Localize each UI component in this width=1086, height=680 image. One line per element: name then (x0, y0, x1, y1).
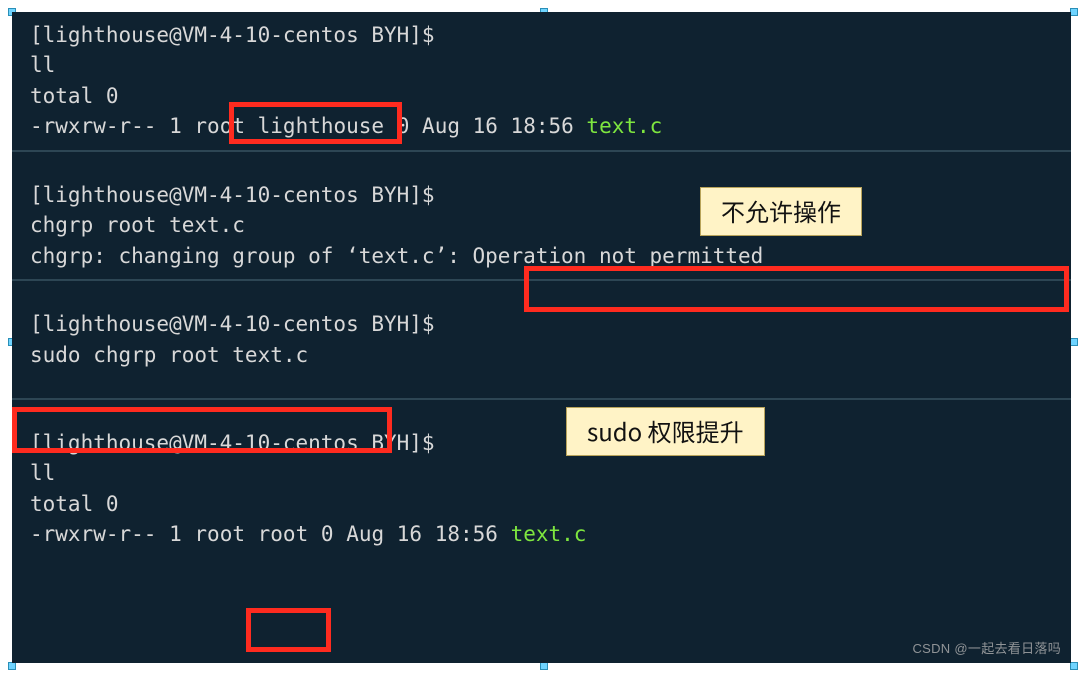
terminal-block-4: [lighthouse@VM-4-10-centos BYH]$ ll tota… (12, 400, 1071, 558)
prompt: [lighthouse@VM-4-10-centos BYH]$ (30, 183, 435, 207)
ls-group: lighthouse (258, 114, 384, 138)
ls-perms: -rwxrw-r-- (30, 114, 156, 138)
callout-not-permitted: 不允许操作 (700, 187, 862, 236)
selection-handle (8, 662, 16, 670)
ls-owner: root (194, 522, 245, 546)
selection-handle (1070, 662, 1078, 670)
ls-date: Aug 16 18:56 (422, 114, 574, 138)
prompt: [lighthouse@VM-4-10-centos BYH]$ (30, 312, 435, 336)
ls-links: 1 (169, 522, 182, 546)
ls-size: 0 (397, 114, 410, 138)
command: ll (30, 461, 55, 485)
highlight-box-group-root (246, 608, 331, 652)
watermark: CSDN @一起去看日落吗 (912, 640, 1061, 659)
terminal-block-2: [lighthouse@VM-4-10-centos BYH]$ chgrp r… (12, 152, 1071, 279)
ls-date: Aug 16 18:56 (346, 522, 498, 546)
selection-handle (1070, 8, 1078, 16)
prompt: [lighthouse@VM-4-10-centos BYH]$ (30, 431, 435, 455)
ls-owner: root (194, 114, 245, 138)
command: chgrp root text.c (30, 213, 245, 237)
terminal-window[interactable]: [lighthouse@VM-4-10-centos BYH]$ ll tota… (12, 12, 1071, 663)
selection-handle (1070, 338, 1078, 346)
terminal-block-3: [lighthouse@VM-4-10-centos BYH]$ sudo ch… (12, 281, 1071, 398)
command: ll (30, 53, 55, 77)
selection-handle (540, 662, 548, 670)
output-line: total 0 (30, 492, 119, 516)
ls-file: text.c (586, 114, 662, 138)
ls-size: 0 (321, 522, 334, 546)
terminal-block-1: [lighthouse@VM-4-10-centos BYH]$ ll tota… (12, 12, 1071, 150)
output-line: total 0 (30, 84, 119, 108)
callout-sudo-elevation: sudo 权限提升 (566, 407, 765, 456)
ls-group: root (258, 522, 309, 546)
prompt: [lighthouse@VM-4-10-centos BYH]$ (30, 23, 435, 47)
error-prefix: chgrp: changing group of ‘text.c’: (30, 244, 473, 268)
error-message: Operation not permitted (473, 244, 764, 268)
ls-links: 1 (169, 114, 182, 138)
ls-perms: -rwxrw-r-- (30, 522, 156, 546)
ls-file: text.c (511, 522, 587, 546)
command: sudo chgrp root text.c (30, 343, 308, 367)
